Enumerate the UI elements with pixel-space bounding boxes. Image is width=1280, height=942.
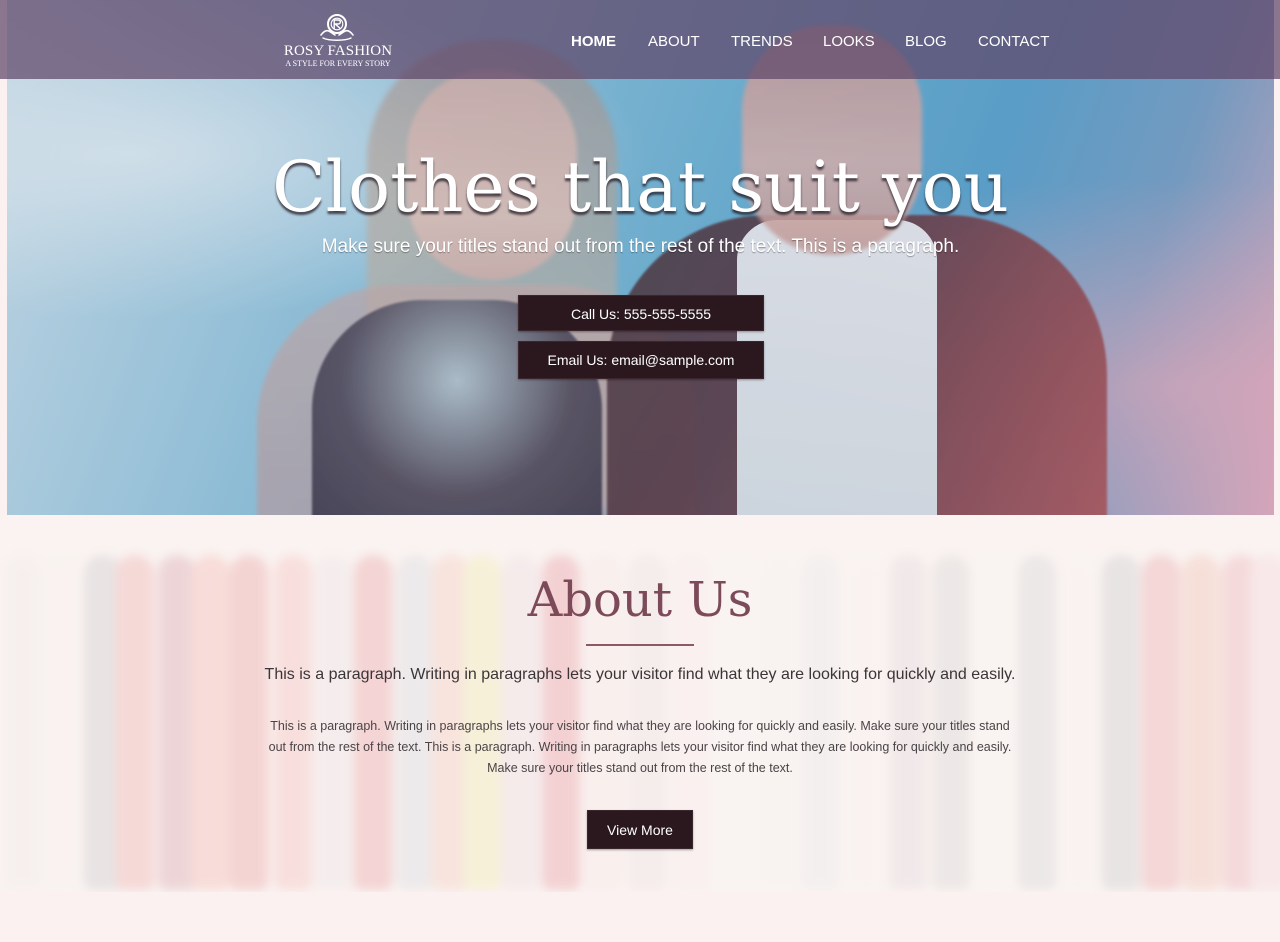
site-header: ROSY FASHION A STYLE FOR EVERY STORY HOM… bbox=[0, 0, 1280, 79]
about-title: About Us bbox=[527, 572, 753, 628]
view-more-button[interactable]: View More bbox=[587, 810, 693, 849]
call-us-button[interactable]: Call Us: 555-555-5555 bbox=[518, 295, 764, 331]
about-title-divider bbox=[586, 644, 694, 646]
page-bottom-strip bbox=[0, 892, 1280, 942]
nav-contact[interactable]: CONTACT bbox=[978, 31, 1049, 53]
hero-title: Clothes that suit you bbox=[272, 146, 1009, 228]
logo-title: ROSY FASHION bbox=[283, 43, 393, 59]
about-lead-paragraph: This is a paragraph. Writing in paragrap… bbox=[264, 666, 1016, 683]
nav-looks[interactable]: LOOKS bbox=[823, 31, 875, 53]
logo-tagline: A STYLE FOR EVERY STORY bbox=[285, 59, 391, 68]
nav-about[interactable]: ABOUT bbox=[648, 31, 700, 53]
nav-home[interactable]: HOME bbox=[571, 31, 616, 53]
rose-monogram-icon bbox=[320, 14, 354, 41]
nav-blog[interactable]: BLOG bbox=[905, 31, 947, 53]
about-section: About Us This is a paragraph. Writing in… bbox=[0, 515, 1280, 892]
about-body-paragraph: This is a paragraph. Writing in paragrap… bbox=[268, 719, 1012, 775]
hero-subtitle: Make sure your titles stand out from the… bbox=[321, 236, 960, 257]
site-logo[interactable]: ROSY FASHION A STYLE FOR EVERY STORY bbox=[282, 13, 394, 69]
nav-trends[interactable]: TRENDS bbox=[731, 31, 793, 53]
email-us-button[interactable]: Email Us: email@sample.com bbox=[518, 341, 764, 379]
website-page: Clothes that suit you Make sure your tit… bbox=[0, 0, 1280, 942]
